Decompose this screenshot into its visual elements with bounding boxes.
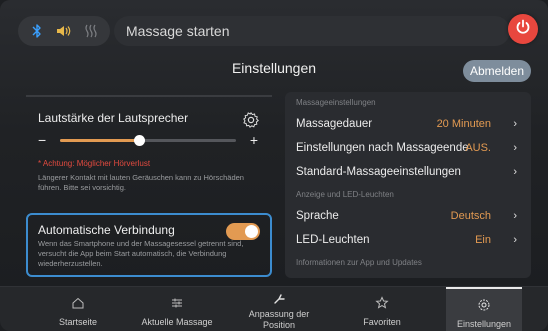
setting-label: Einstellungen nach Massageende [296,142,469,154]
speaker-volume-title: Lautstärke der Lautsprecher [38,111,189,125]
chevron-right-icon: › [513,118,517,130]
section-app-info: Informationen zur App und Updates [296,257,422,267]
volume-increase-button[interactable]: + [246,133,262,149]
volume-slider[interactable]: − + [38,133,262,149]
auto-connect-description: Wenn das Smartphone und der Massagesesse… [38,239,244,268]
star-icon [375,296,389,310]
auto-connect-toggle[interactable] [226,223,260,240]
nav-home[interactable]: Startseite [28,287,128,331]
power-button[interactable] [508,14,538,44]
setting-value: Ein [475,234,491,246]
chevron-right-icon: › [513,210,517,222]
setting-value: AUS. [465,142,491,154]
setting-value: Deutsch [450,210,491,222]
bluetooth-icon[interactable] [25,19,49,43]
nav-current-massage-label: Aktuelle Massage [141,317,213,327]
nav-home-label: Startseite [58,317,98,327]
setting-label: LED-Leuchten [296,234,370,246]
nav-position[interactable]: Anpassung der Position [234,287,324,331]
gear-icon[interactable] [242,111,260,129]
setting-value: 20 Minuten [436,118,491,130]
volume-decrease-button[interactable]: − [38,133,54,149]
setting-label: Sprache [296,210,339,222]
settings-list-panel: Massageeinstellungen Massagedauer 20 Min… [285,92,531,278]
chevron-right-icon: › [513,142,517,154]
start-massage-label: Massage starten [126,23,230,39]
bottom-navigation: Startseite Aktuelle Massage Anpassung de… [0,286,548,331]
nav-position-label: Anpassung der Position [248,309,310,330]
setting-label: Standard-Massageeinstellungen [296,166,461,178]
recline-icon [272,291,286,305]
chevron-right-icon: › [513,234,517,246]
home-icon [71,296,85,310]
settings-screen: Massage starten Einstellungen Abmelden L… [0,0,548,331]
speaker-volume-panel: Lautstärke der Lautsprecher − + * Achtun… [26,95,272,203]
nav-settings[interactable]: Einstellungen [446,287,522,331]
setting-after-massage[interactable]: Einstellungen nach Massageende AUS. › [285,136,531,160]
volume-slider-fill [60,139,140,142]
status-icon-group [18,16,110,46]
toggle-knob [245,225,258,238]
section-massage-settings: Massageeinstellungen [296,97,376,107]
hearing-warning-text: Längerer Kontakt mit lauten Geräuschen k… [38,173,244,192]
gear-icon [477,298,491,312]
section-display-led: Anzeige und LED-Leuchten [296,189,394,199]
sliders-icon [170,296,184,310]
heat-icon[interactable] [79,19,103,43]
power-icon [514,18,532,41]
speaker-icon[interactable] [52,19,76,43]
setting-massage-duration[interactable]: Massagedauer 20 Minuten › [285,112,531,136]
logout-button[interactable]: Abmelden [463,60,531,82]
setting-language[interactable]: Sprache Deutsch › [285,204,531,228]
nav-favorites[interactable]: Favoriten [332,287,432,331]
nav-favorites-label: Favoriten [363,317,401,327]
hearing-warning-title: * Achtung: Möglicher Hörverlust [38,159,151,168]
chevron-right-icon: › [513,166,517,178]
volume-slider-handle[interactable] [134,135,146,146]
top-bar: Massage starten [18,12,538,50]
setting-standard-massage[interactable]: Standard-Massageeinstellungen › [285,160,531,184]
start-massage-button[interactable]: Massage starten [114,16,510,46]
nav-settings-label: Einstellungen [456,319,512,329]
setting-led-lights[interactable]: LED-Leuchten Ein › [285,228,531,252]
auto-connect-panel: Automatische Verbindung Wenn das Smartph… [26,213,272,277]
setting-label: Massagedauer [296,118,373,130]
nav-current-massage[interactable]: Aktuelle Massage [125,287,229,331]
